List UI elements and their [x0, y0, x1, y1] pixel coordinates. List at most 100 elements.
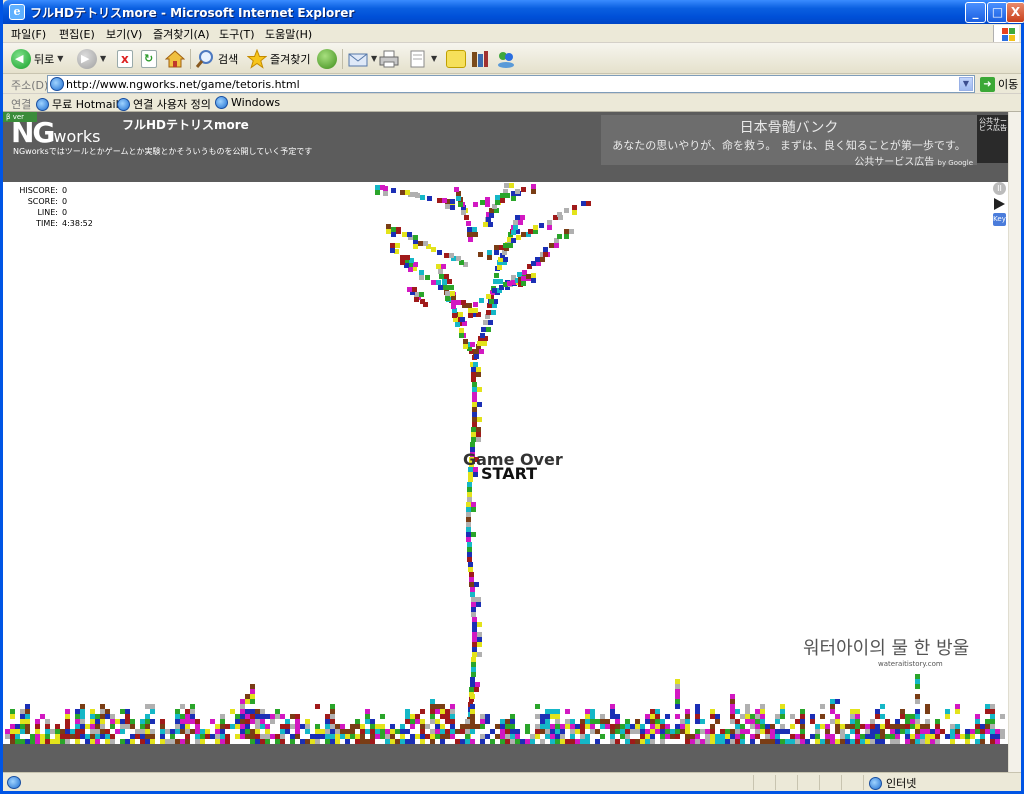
- tetris-block: [590, 714, 595, 719]
- tetris-block: [474, 582, 479, 587]
- back-dropdown-icon[interactable]: ▼: [57, 54, 63, 63]
- tetris-block: [65, 719, 70, 724]
- start-button[interactable]: START: [481, 464, 537, 483]
- minimize-button[interactable]: _: [965, 2, 986, 23]
- edit-dropdown-icon[interactable]: ▼: [431, 54, 437, 63]
- tetris-block: [545, 714, 550, 719]
- tetris-block: [885, 724, 890, 729]
- forward-button[interactable]: ▶ ▼: [77, 47, 106, 70]
- tetris-block: [675, 734, 680, 739]
- tetris-block: [447, 279, 452, 284]
- title-bar[interactable]: e フルHDテトリスmore - Microsoft Internet Expl…: [3, 0, 1024, 24]
- discuss-button[interactable]: [446, 47, 466, 70]
- tetris-block: [350, 729, 355, 734]
- tetris-block: [255, 709, 260, 714]
- mail-button[interactable]: ▼: [348, 47, 377, 70]
- tetris-block: [572, 210, 577, 215]
- tetris-block: [125, 724, 130, 729]
- refresh-button[interactable]: ↻: [141, 47, 157, 70]
- tetris-block: [505, 719, 510, 724]
- tetris-block: [472, 382, 477, 387]
- menu-file[interactable]: 파일(F): [11, 26, 46, 42]
- tetris-block: [250, 729, 255, 734]
- home-button[interactable]: [165, 47, 185, 70]
- tetris-block: [40, 734, 45, 739]
- back-button[interactable]: ◀ 뒤로 ▼: [11, 47, 63, 70]
- tetris-block: [391, 232, 396, 237]
- tetris-block: [875, 714, 880, 719]
- tetris-block: [555, 719, 560, 724]
- tetris-block: [195, 724, 200, 729]
- tetris-block: [270, 734, 275, 739]
- tetris-block: [925, 704, 930, 709]
- tetris-block: [675, 729, 680, 734]
- search-button[interactable]: 검색: [195, 47, 238, 70]
- tetris-block: [845, 724, 850, 729]
- menu-help[interactable]: 도움말(H): [265, 26, 312, 42]
- research-button[interactable]: [470, 47, 490, 70]
- messenger-button[interactable]: [496, 47, 516, 70]
- link-windows[interactable]: Windows: [215, 96, 280, 109]
- flag-icon[interactable]: [994, 198, 1005, 210]
- tetris-block: [467, 492, 472, 497]
- menu-favorites[interactable]: 즐겨찾기(A): [153, 26, 210, 42]
- tetris-block: [650, 734, 655, 739]
- back-label: 뒤로: [34, 52, 55, 66]
- print-button[interactable]: [379, 47, 399, 70]
- internet-zone[interactable]: 인터넷: [869, 775, 916, 791]
- tetris-block: [478, 252, 483, 257]
- stop-button[interactable]: x: [117, 47, 133, 70]
- edit-button[interactable]: ▼: [408, 47, 437, 70]
- tetris-block: [505, 734, 510, 739]
- tetris-block: [474, 349, 479, 354]
- tetris-block: [190, 714, 195, 719]
- tetris-block: [470, 442, 475, 447]
- tetris-block: [750, 724, 755, 729]
- vertical-scrollbar[interactable]: [1008, 112, 1021, 772]
- tetris-block: [575, 724, 580, 729]
- tetris-block: [270, 714, 275, 719]
- menu-view[interactable]: 보기(V): [106, 26, 142, 42]
- tetris-block: [140, 719, 145, 724]
- tetris-block: [531, 189, 536, 194]
- address-input[interactable]: [66, 77, 946, 91]
- tetris-block: [915, 734, 920, 739]
- link-hotmail[interactable]: 무료 Hotmail: [36, 96, 119, 112]
- tetris-block: [280, 714, 285, 719]
- tetris-block: [470, 709, 475, 714]
- tetris-block: [980, 734, 985, 739]
- tetris-block: [455, 322, 460, 327]
- tetris-block: [420, 729, 425, 734]
- tetris-block: [260, 709, 265, 714]
- go-button[interactable]: ➜ 이동: [980, 76, 1018, 92]
- mail-dropdown-icon[interactable]: ▼: [371, 54, 377, 63]
- tetris-block: [540, 714, 545, 719]
- key-icon[interactable]: Key: [993, 213, 1006, 226]
- media-button[interactable]: [317, 47, 337, 70]
- tetris-block: [175, 709, 180, 714]
- favorites-button[interactable]: 즐겨찾기: [247, 47, 310, 70]
- tetris-block: [554, 243, 559, 248]
- menu-edit[interactable]: 편집(E): [59, 26, 95, 42]
- tetris-block: [885, 734, 890, 739]
- tetris-block: [830, 699, 835, 704]
- tetris-block: [472, 637, 477, 642]
- close-button[interactable]: X: [1006, 2, 1024, 23]
- tetris-block: [245, 699, 250, 704]
- maximize-button[interactable]: □: [987, 2, 1008, 23]
- menu-tools[interactable]: 도구(T): [219, 26, 255, 42]
- tetris-block: [477, 402, 482, 407]
- tetris-block: [825, 729, 830, 734]
- forward-dropdown-icon[interactable]: ▼: [100, 54, 106, 63]
- tetris-block: [850, 724, 855, 729]
- tetris-block: [485, 734, 490, 739]
- address-dropdown-icon[interactable]: ▼: [959, 77, 973, 91]
- tetris-block: [30, 734, 35, 739]
- pause-icon[interactable]: II: [993, 182, 1006, 195]
- link-customize[interactable]: 연결 사용자 정의: [117, 96, 211, 112]
- tetris-block: [685, 719, 690, 724]
- ie-app-icon[interactable]: e: [9, 4, 25, 20]
- tetris-block: [75, 724, 80, 729]
- address-field[interactable]: ▼: [47, 75, 975, 93]
- tetris-block: [325, 724, 330, 729]
